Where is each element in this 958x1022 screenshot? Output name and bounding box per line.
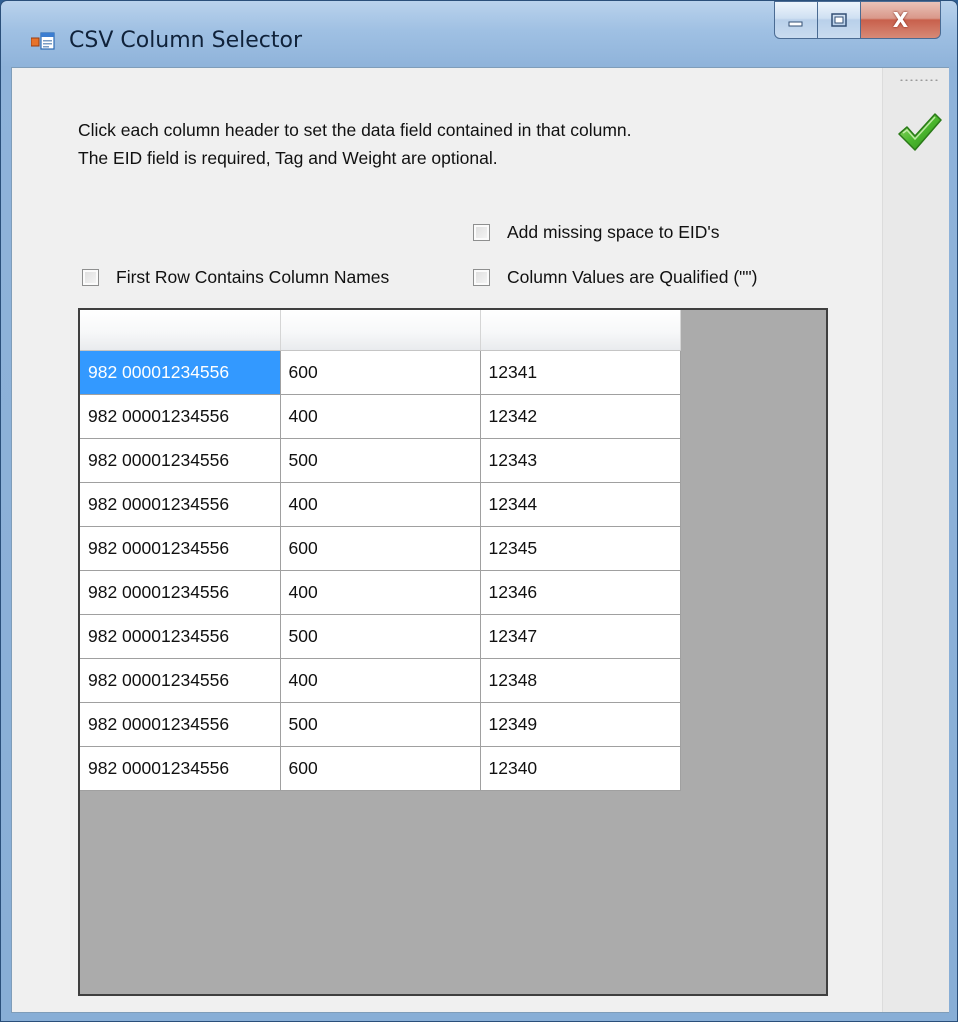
table-cell[interactable]: 400 [280, 482, 481, 527]
table-cell[interactable]: 12345 [480, 526, 681, 571]
table-row[interactable]: 982 00001234556 400 12346 [80, 570, 681, 615]
first-row-names-label[interactable]: First Row Contains Column Names [116, 267, 389, 288]
table-row[interactable]: 982 00001234556 600 12341 [80, 350, 681, 395]
header-row [80, 310, 681, 351]
table-cell[interactable]: 500 [280, 614, 481, 659]
table-cell[interactable]: 982 00001234556 [80, 526, 281, 571]
toolbar-panel [882, 68, 949, 1012]
minimize-icon [788, 21, 803, 27]
first-row-names-checkbox[interactable] [82, 269, 99, 286]
table-cell[interactable]: 12344 [480, 482, 681, 527]
qualified-values-checkbox[interactable] [473, 269, 490, 286]
csv-table: 982 00001234556 600 12341 982 0000123455… [80, 310, 681, 791]
table-row[interactable]: 982 00001234556 400 12344 [80, 482, 681, 527]
add-missing-space-label[interactable]: Add missing space to EID's [507, 222, 719, 243]
table-cell[interactable]: 982 00001234556 [80, 350, 281, 395]
toolbar-grip[interactable] [899, 79, 939, 81]
table-row[interactable]: 982 00001234556 600 12345 [80, 526, 681, 571]
qualified-values-label[interactable]: Column Values are Qualified ("") [507, 267, 757, 288]
window: CSV Column Selector X Click each column … [0, 0, 958, 1022]
table-cell[interactable]: 12342 [480, 394, 681, 439]
table-cell[interactable]: 982 00001234556 [80, 746, 281, 791]
table-row[interactable]: 982 00001234556 400 12348 [80, 658, 681, 703]
add-missing-space-option[interactable]: Add missing space to EID's [473, 222, 719, 243]
table-cell[interactable]: 12349 [480, 702, 681, 747]
close-button[interactable]: X [861, 1, 941, 39]
table-cell[interactable]: 400 [280, 570, 481, 615]
table-cell[interactable]: 12343 [480, 438, 681, 483]
table-row[interactable]: 982 00001234556 600 12340 [80, 746, 681, 791]
maximize-button[interactable] [818, 1, 861, 39]
column-header-1[interactable] [80, 310, 281, 351]
first-row-names-option[interactable]: First Row Contains Column Names [82, 267, 389, 288]
table-cell[interactable]: 982 00001234556 [80, 394, 281, 439]
column-header-3[interactable] [480, 310, 681, 351]
caption-buttons: X [774, 1, 949, 43]
table-cell[interactable]: 500 [280, 702, 481, 747]
table-cell[interactable]: 12348 [480, 658, 681, 703]
table-cell[interactable]: 600 [280, 526, 481, 571]
table-row[interactable]: 982 00001234556 500 12343 [80, 438, 681, 483]
table-cell[interactable]: 982 00001234556 [80, 570, 281, 615]
table-cell[interactable]: 982 00001234556 [80, 702, 281, 747]
table-cell[interactable]: 400 [280, 394, 481, 439]
table-cell[interactable]: 500 [280, 438, 481, 483]
table-cell[interactable]: 12346 [480, 570, 681, 615]
column-header-2[interactable] [280, 310, 481, 351]
table-cell[interactable]: 982 00001234556 [80, 614, 281, 659]
instructions: Click each column header to set the data… [78, 116, 858, 172]
add-missing-space-checkbox[interactable] [473, 224, 490, 241]
maximize-icon [831, 13, 847, 27]
table-row[interactable]: 982 00001234556 400 12342 [80, 394, 681, 439]
table-row[interactable]: 982 00001234556 500 12349 [80, 702, 681, 747]
table-cell[interactable]: 600 [280, 746, 481, 791]
minimize-button[interactable] [774, 1, 818, 39]
table-cell[interactable]: 12340 [480, 746, 681, 791]
table-row[interactable]: 982 00001234556 500 12347 [80, 614, 681, 659]
table-cell[interactable]: 12341 [480, 350, 681, 395]
window-title: CSV Column Selector [69, 28, 302, 53]
table-cell[interactable]: 12347 [480, 614, 681, 659]
title-bar[interactable]: CSV Column Selector X [1, 1, 957, 67]
instruction-line-2: The EID field is required, Tag and Weigh… [78, 148, 498, 168]
dialog-body: Click each column header to set the data… [11, 67, 949, 1013]
close-icon: X [892, 8, 909, 32]
table-cell[interactable]: 982 00001234556 [80, 482, 281, 527]
csv-data-grid[interactable]: 982 00001234556 600 12341 982 0000123455… [78, 308, 828, 996]
checkmark-icon[interactable] [895, 108, 943, 156]
table-cell[interactable]: 400 [280, 658, 481, 703]
table-cell[interactable]: 600 [280, 350, 481, 395]
qualified-values-option[interactable]: Column Values are Qualified ("") [473, 267, 757, 288]
app-icon [31, 32, 55, 50]
table-cell[interactable]: 982 00001234556 [80, 438, 281, 483]
table-cell[interactable]: 982 00001234556 [80, 658, 281, 703]
instruction-line-1: Click each column header to set the data… [78, 120, 632, 140]
